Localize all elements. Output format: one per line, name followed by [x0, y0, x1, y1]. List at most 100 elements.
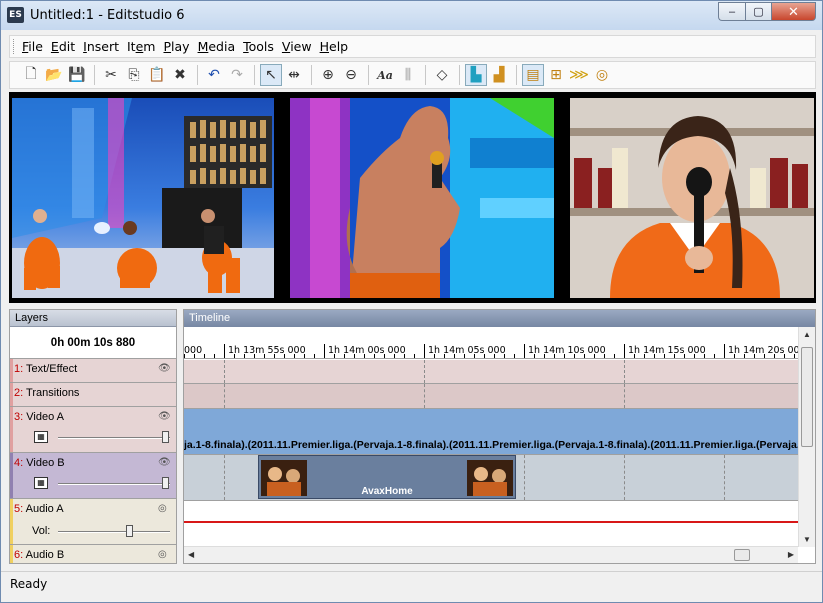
ruler-tick: [264, 354, 265, 358]
opacity-slider-track[interactable]: [58, 437, 170, 439]
grid-line: [624, 384, 625, 408]
layer-video-b[interactable]: 4: Video B 👁 ▦: [10, 453, 176, 499]
redo-icon[interactable]: ↷: [226, 64, 248, 86]
horizontal-scrollbar[interactable]: ◀ ▶: [184, 546, 798, 563]
menu-view[interactable]: View: [278, 39, 316, 54]
title-bar[interactable]: ES Untitled:1 - Editstudio 6 – ▢ ✕: [1, 1, 822, 30]
filmstrip-icon[interactable]: ▦: [34, 477, 48, 489]
zoom-in-icon[interactable]: ⊕: [317, 64, 339, 86]
layer-transitions[interactable]: 2: Transitions: [10, 383, 176, 407]
ruler-tick: [774, 354, 775, 358]
ruler-tick: [514, 354, 515, 358]
eye-icon[interactable]: 👁: [158, 411, 171, 422]
opacity-slider-thumb[interactable]: [162, 477, 169, 489]
menu-play[interactable]: Play: [159, 39, 193, 54]
align-icon[interactable]: ⫼: [397, 64, 419, 86]
cut-icon[interactable]: ✂: [100, 64, 122, 86]
volume-slider-thumb[interactable]: [126, 525, 133, 537]
layer-audio-b[interactable]: 6: Audio B ◎: [10, 545, 176, 563]
eye-icon[interactable]: 👁: [158, 457, 171, 468]
window-title: Untitled:1 - Editstudio 6: [30, 8, 185, 23]
time-ruler[interactable]: 000 1h 13m 55s 000 1h 14m 00s 000 1h 14m…: [184, 327, 806, 359]
ruler-tick: [534, 354, 535, 358]
film-icon[interactable]: ▤: [522, 64, 544, 86]
menu-file[interactable]: File: [18, 39, 47, 54]
volume-slider-track[interactable]: [58, 531, 170, 533]
track-video-b[interactable]: AvaxHome: [184, 455, 798, 501]
horizontal-scroll-thumb[interactable]: [734, 549, 750, 561]
video-a-clip-label: ja.1-8.finala).(2011.11.Premier.liga.(Pe…: [184, 439, 798, 451]
close-button[interactable]: ✕: [771, 2, 816, 21]
video-b-clip[interactable]: AvaxHome: [258, 455, 516, 499]
grid-line: [224, 455, 225, 500]
menu-edit[interactable]: Edit: [47, 39, 79, 54]
ruler-tick: [754, 354, 755, 358]
copy-icon[interactable]: ⎘: [123, 64, 145, 86]
paste-icon[interactable]: 📋: [146, 64, 168, 86]
pointer-icon[interactable]: ↖: [260, 64, 282, 86]
keyframe-icon[interactable]: ◇: [431, 64, 453, 86]
video-preview[interactable]: [9, 92, 816, 303]
menu-bar: File Edit Insert Item Play Media Tools V…: [9, 35, 816, 58]
vertical-scroll-thumb[interactable]: [801, 347, 813, 447]
speaker-icon[interactable]: ◎: [158, 549, 170, 560]
text-icon[interactable]: Aa: [374, 64, 396, 86]
layer-audio-a[interactable]: 5: Audio A ◎ Vol:: [10, 499, 176, 545]
scroll-up-icon[interactable]: ▲: [803, 330, 811, 339]
menu-help[interactable]: Help: [316, 39, 353, 54]
opacity-slider-track[interactable]: [58, 483, 170, 485]
ruler-tick: [734, 354, 735, 358]
menu-tools[interactable]: Tools: [239, 39, 278, 54]
ruler-tick: [194, 354, 195, 358]
menu-item[interactable]: Item: [123, 39, 159, 54]
zoom-out-icon[interactable]: ⊖: [340, 64, 362, 86]
timeline-panel[interactable]: Timeline 000 1h 13m 55s 000 1h 14m 00s 0…: [183, 309, 816, 564]
ruler-tick: [404, 354, 405, 358]
speaker-icon[interactable]: ◎: [158, 503, 170, 514]
ruler-tick: [394, 354, 395, 358]
select-range-icon[interactable]: ⇹: [283, 64, 305, 86]
scroll-right-icon[interactable]: ▶: [788, 550, 794, 559]
delete-icon[interactable]: ✖: [169, 64, 191, 86]
opacity-slider-thumb[interactable]: [162, 431, 169, 443]
new-icon[interactable]: 🗋: [20, 64, 42, 86]
layer-color-strip: [10, 453, 13, 498]
marker-icon[interactable]: ⊞: [545, 64, 567, 86]
layer-text-effect[interactable]: 1: Text/Effect 👁: [10, 359, 176, 383]
ruler-tick: [224, 344, 225, 358]
layer-video-a[interactable]: 3: Video A 👁 ▦: [10, 407, 176, 453]
grid-line: [424, 360, 425, 383]
track-transitions[interactable]: [184, 384, 798, 409]
maximize-button[interactable]: ▢: [745, 2, 771, 21]
filmstrip-icon[interactable]: ▦: [34, 431, 48, 443]
eye-icon[interactable]: 👁: [158, 363, 171, 374]
ruler-tick: [184, 354, 185, 358]
scroll-down-icon[interactable]: ▼: [803, 535, 811, 544]
track-audio-a[interactable]: [184, 501, 798, 547]
menu-insert[interactable]: Insert: [79, 39, 123, 54]
minimize-button[interactable]: –: [718, 2, 745, 21]
audio-level-line: [184, 521, 798, 523]
preview-frame-2: [290, 98, 554, 298]
save-icon[interactable]: 💾: [66, 64, 88, 86]
track-video-a[interactable]: ja.1-8.finala).(2011.11.Premier.liga.(Pe…: [184, 409, 798, 455]
ruler-tick: [454, 354, 455, 358]
grid-line: [524, 455, 525, 500]
ruler-tick: [424, 344, 425, 358]
snap-icon[interactable]: ▙: [465, 64, 487, 86]
status-text: Ready: [10, 577, 48, 591]
target-icon[interactable]: ◎: [591, 64, 613, 86]
ripple-icon[interactable]: ▟: [488, 64, 510, 86]
menu-grip[interactable]: [13, 39, 16, 54]
vertical-scrollbar[interactable]: ▲ ▼: [798, 327, 815, 547]
transition-icon[interactable]: ⋙: [568, 64, 590, 86]
undo-icon[interactable]: ↶: [203, 64, 225, 86]
scroll-left-icon[interactable]: ◀: [188, 550, 194, 559]
toolbar-separator: [459, 65, 460, 85]
track-text-effect[interactable]: [184, 360, 798, 384]
ruler-tick: [344, 354, 345, 358]
menu-media[interactable]: Media: [194, 39, 240, 54]
layer-color-strip: [10, 383, 13, 406]
open-icon[interactable]: 📂: [43, 64, 65, 86]
ruler-tick: [724, 344, 725, 358]
